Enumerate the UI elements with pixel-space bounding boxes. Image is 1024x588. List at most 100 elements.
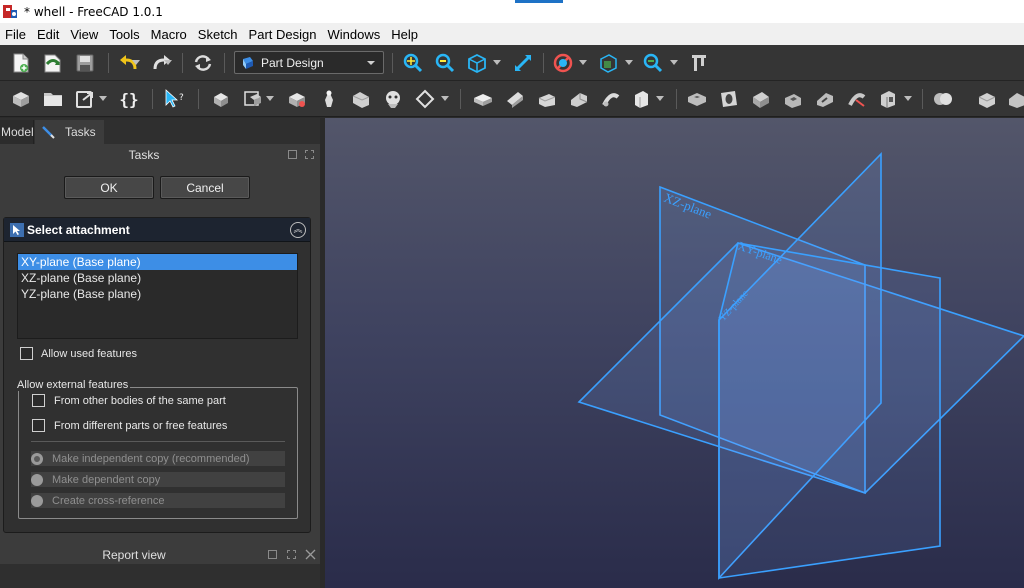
- export-dropdown-arrow[interactable]: [99, 96, 107, 101]
- reference-item-xz[interactable]: XZ-plane (Base plane): [18, 270, 297, 286]
- additive-helix-icon[interactable]: [600, 88, 622, 110]
- menu-windows[interactable]: Windows: [322, 27, 386, 42]
- sub-shape-binder-icon[interactable]: [242, 88, 264, 110]
- from-different-parts-checkbox[interactable]: [32, 419, 45, 432]
- pocket-icon[interactable]: [686, 88, 708, 110]
- report-view-title: Report view: [102, 548, 166, 562]
- xy-plane-vertical-face: [718, 242, 941, 579]
- collapse-icon[interactable]: ︽: [290, 221, 306, 238]
- reference-item-yz[interactable]: YZ-plane (Base plane): [18, 286, 297, 302]
- from-other-bodies-row[interactable]: From other bodies of the same part: [32, 394, 226, 407]
- boolean-icon[interactable]: [932, 88, 954, 110]
- dock-float-icon[interactable]: [288, 150, 297, 159]
- zoom-icon[interactable]: [642, 52, 664, 74]
- additive-pipe-icon[interactable]: [568, 88, 590, 110]
- caliper-icon[interactable]: [688, 52, 710, 74]
- bounding-box-dropdown-arrow[interactable]: [625, 60, 633, 65]
- ok-button[interactable]: OK: [64, 176, 154, 199]
- allow-used-features-row[interactable]: Allow used features: [20, 347, 137, 360]
- subtractive-loft-icon[interactable]: [782, 88, 804, 110]
- primitive-dropdown-arrow[interactable]: [656, 96, 664, 101]
- subtractive-primitive-icon[interactable]: [878, 88, 900, 110]
- chamfer-icon[interactable]: [1006, 88, 1024, 110]
- dock-restore-icon[interactable]: [305, 150, 314, 159]
- additive-loft-icon[interactable]: [536, 88, 558, 110]
- create-body-icon[interactable]: [10, 88, 32, 110]
- menu-macro[interactable]: Macro: [146, 27, 193, 42]
- menu-tools[interactable]: Tools: [104, 27, 145, 42]
- create-point-icon[interactable]: [318, 88, 340, 110]
- select-cursor-icon[interactable]: ?: [162, 88, 184, 110]
- independent-copy-row: Make independent copy (recommended): [31, 451, 285, 466]
- ok-button-label: OK: [100, 180, 118, 195]
- standard-views-icon[interactable]: [466, 52, 488, 74]
- from-different-parts-row[interactable]: From different parts or free features: [32, 419, 227, 432]
- draw-style-icon[interactable]: [552, 52, 574, 74]
- dock-float-icon[interactable]: [268, 550, 277, 559]
- tab-tasks[interactable]: Tasks: [35, 120, 104, 144]
- additive-primitive-icon[interactable]: [632, 88, 654, 110]
- menu-part-design[interactable]: Part Design: [244, 27, 323, 42]
- refresh-icon[interactable]: [192, 52, 214, 74]
- select-attachment-box: Select attachment ︽ XY-plane (Base plane…: [3, 217, 311, 533]
- reference-list[interactable]: XY-plane (Base plane) XZ-plane (Base pla…: [17, 253, 298, 339]
- toolbar-separator: [460, 89, 461, 109]
- dock-restore-icon[interactable]: [287, 550, 296, 559]
- folder-icon[interactable]: [42, 88, 64, 110]
- allow-used-features-checkbox[interactable]: [20, 347, 33, 360]
- clone-icon[interactable]: [286, 88, 308, 110]
- pad-icon[interactable]: [472, 88, 494, 110]
- datum-plane-icon[interactable]: [414, 88, 436, 110]
- undo-dropdown-arrow[interactable]: [132, 60, 140, 65]
- shape-binder-icon[interactable]: [210, 88, 232, 110]
- toolbar-separator: [922, 89, 923, 109]
- select-attachment-header[interactable]: Select attachment ︽: [4, 218, 310, 242]
- save-document-icon[interactable]: [74, 52, 96, 74]
- cancel-button[interactable]: Cancel: [160, 176, 250, 199]
- menu-file[interactable]: File: [0, 27, 32, 42]
- menu-help[interactable]: Help: [386, 27, 424, 42]
- subtractive-helix-icon[interactable]: [846, 88, 868, 110]
- main-toolbar: [0, 45, 1024, 81]
- fillet-icon[interactable]: [976, 88, 998, 110]
- sketch-icon[interactable]: [382, 88, 404, 110]
- curly-braces-icon[interactable]: {}: [118, 88, 140, 110]
- toolbar-separator: [152, 89, 153, 109]
- menu-view[interactable]: View: [65, 27, 104, 42]
- tab-tasks-label: Tasks: [65, 125, 96, 139]
- bounding-box-icon[interactable]: [597, 52, 619, 74]
- 3d-viewport[interactable]: XZ-plane XY-plane YZ-plane: [325, 118, 1024, 588]
- open-document-icon[interactable]: [42, 52, 64, 74]
- close-icon[interactable]: [305, 549, 316, 560]
- export-icon[interactable]: [74, 88, 96, 110]
- measure-icon[interactable]: [512, 52, 534, 74]
- draw-style-dropdown-arrow[interactable]: [579, 60, 587, 65]
- cross-reference-label: Create cross-reference: [52, 494, 165, 507]
- menu-sketch[interactable]: Sketch: [193, 27, 244, 42]
- revolution-icon[interactable]: [504, 88, 526, 110]
- menu-edit[interactable]: Edit: [32, 27, 65, 42]
- fit-all-icon[interactable]: [402, 52, 424, 74]
- independent-copy-radio: [31, 452, 43, 465]
- subtractive-primitive-dropdown-arrow[interactable]: [904, 96, 912, 101]
- zoom-dropdown-arrow[interactable]: [670, 60, 678, 65]
- standard-views-dropdown-arrow[interactable]: [493, 60, 501, 65]
- create-line-icon[interactable]: [350, 88, 372, 110]
- subtractive-pipe-icon[interactable]: [814, 88, 836, 110]
- hole-icon[interactable]: [718, 88, 740, 110]
- new-document-icon[interactable]: [10, 52, 32, 74]
- workbench-selector[interactable]: Part Design: [234, 51, 384, 74]
- binder-dropdown-arrow[interactable]: [266, 96, 274, 101]
- reference-item-xy[interactable]: XY-plane (Base plane): [18, 254, 297, 270]
- dependent-copy-label: Make dependent copy: [52, 473, 161, 486]
- datum-dropdown-arrow[interactable]: [441, 96, 449, 101]
- chevron-down-icon: [367, 60, 375, 65]
- toolbar-separator: [108, 53, 109, 73]
- tab-model[interactable]: Model: [0, 120, 34, 144]
- from-other-bodies-checkbox[interactable]: [32, 394, 45, 407]
- groove-icon[interactable]: [750, 88, 772, 110]
- redo-dropdown-arrow[interactable]: [164, 60, 172, 65]
- cross-reference-row: Create cross-reference: [31, 493, 285, 508]
- toolbar-separator: [198, 89, 199, 109]
- fit-selection-icon[interactable]: [434, 52, 456, 74]
